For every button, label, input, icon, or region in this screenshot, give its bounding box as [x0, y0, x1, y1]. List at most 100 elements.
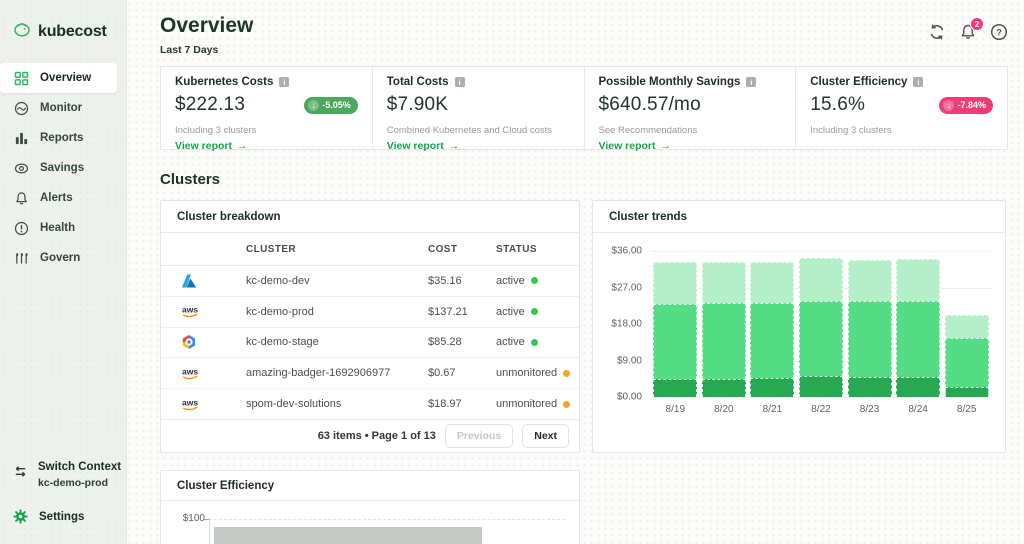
sidebar-item-overview[interactable]: Overview — [0, 63, 117, 93]
switch-context-label: Switch Context — [38, 461, 121, 473]
sidebar-item-label: Alerts — [40, 192, 73, 204]
stat-change-badge: ↓-5.05% — [304, 97, 358, 114]
sidebar-item-label: Govern — [40, 252, 80, 264]
sidebar-item-reports[interactable]: Reports — [0, 123, 117, 153]
segment-dark — [945, 387, 989, 397]
stat-card-title: Possible Monthly Savings — [599, 76, 741, 88]
cluster-cost: $137.21 — [428, 306, 496, 318]
gear-icon — [13, 509, 28, 524]
stacked-bar-8-21 — [750, 262, 794, 397]
sidebar-item-label: Monitor — [40, 102, 82, 114]
settings-button[interactable]: Settings — [0, 509, 126, 524]
sidebar-item-govern[interactable]: Govern — [0, 243, 117, 273]
segment-medium — [848, 301, 892, 376]
arrow-down-icon: ↓ — [943, 100, 954, 111]
arrow-right-icon: → — [449, 140, 460, 152]
table-row[interactable]: awsspom-dev-solutions$18.97unmonitored — [161, 389, 579, 419]
sidebar-item-alerts[interactable]: Alerts — [0, 183, 117, 213]
segment-medium — [799, 301, 843, 376]
gcp-logo-icon — [161, 334, 246, 350]
cluster-name: amazing-badger-1692906977 — [246, 367, 428, 379]
bell-icon — [14, 191, 29, 206]
arrow-right-icon: → — [661, 140, 672, 152]
sidebar-item-health[interactable]: Health — [0, 213, 117, 243]
x-axis-tick-label: 8/19 — [653, 404, 697, 415]
segment-medium — [945, 338, 989, 387]
info-icon[interactable]: i — [455, 77, 465, 87]
segment-light — [653, 262, 697, 304]
segment-light — [702, 262, 746, 303]
stat-card-value: $7.90K — [387, 94, 448, 116]
table-row[interactable]: awskc-demo-prod$137.21active — [161, 297, 579, 328]
refresh-icon[interactable] — [928, 23, 946, 41]
cluster-breakdown-title: Cluster breakdown — [161, 201, 579, 233]
info-icon[interactable]: i — [746, 77, 756, 87]
cluster-name: spom-dev-solutions — [246, 398, 428, 410]
sidebar-item-label: Overview — [40, 72, 91, 84]
svg-text:aws: aws — [182, 397, 198, 407]
efficiency-gridline — [209, 519, 565, 520]
segment-dark — [653, 379, 697, 397]
svg-text:aws: aws — [182, 366, 198, 376]
azure-logo-icon — [161, 273, 246, 289]
table-row[interactable]: kc-demo-dev$35.16active — [161, 266, 579, 297]
x-axis-tick-label: 8/22 — [799, 404, 843, 415]
column-status: STATUS — [496, 244, 579, 255]
segment-light — [896, 259, 940, 301]
kubecost-logo[interactable]: kubecost — [0, 0, 126, 43]
stat-card-subtitle: Including 3 clusters — [175, 125, 358, 136]
status-badge: active — [496, 275, 579, 287]
sidebar-item-savings[interactable]: Savings — [0, 153, 117, 183]
stat-card-value: $222.13 — [175, 94, 245, 116]
svg-text:aws: aws — [182, 305, 198, 315]
stat-card-title: Kubernetes Costs — [175, 76, 273, 88]
info-icon[interactable]: i — [913, 77, 923, 87]
segment-dark — [750, 378, 794, 397]
cluster-efficiency-card: Cluster Efficiency $100 — [160, 470, 580, 544]
view-report-link[interactable]: View report→ — [175, 140, 248, 152]
status-badge: unmonitored — [496, 367, 579, 379]
cluster-efficiency-chart: $100 — [161, 501, 579, 544]
efficiency-ytick-label: $100 — [175, 513, 205, 524]
pagination-summary: 63 items • Page 1 of 13 — [318, 430, 436, 442]
cluster-cost: $85.28 — [428, 336, 496, 348]
segment-light — [799, 258, 843, 301]
previous-page-button[interactable]: Previous — [445, 424, 513, 448]
sidebar-nav: Overview Monitor ReportsSavings Alerts Healt… — [0, 63, 126, 273]
page-title: Overview — [160, 14, 253, 38]
cluster-breakdown-card: Cluster breakdown CLUSTER COST STATUS kc… — [160, 200, 580, 453]
segment-dark — [848, 377, 892, 397]
stat-card-value: $640.57/mo — [599, 94, 701, 116]
efficiency-y-axis — [209, 518, 210, 544]
table-footer: 63 items • Page 1 of 13 Previous Next — [161, 419, 579, 452]
brand-name: kubecost — [38, 23, 107, 41]
info-icon[interactable]: i — [279, 77, 289, 87]
notifications-bell-icon[interactable]: 2 — [959, 23, 977, 41]
table-row[interactable]: aws amazing-badger-1692906977$0.67unmonit… — [161, 358, 579, 389]
table-row[interactable]: kc-demo-stage$85.28active — [161, 328, 579, 359]
stat-card-value: 15.6% — [810, 94, 865, 116]
stacked-bar-8-25 — [945, 315, 989, 397]
sidebar-item-monitor[interactable]: Monitor — [0, 93, 117, 123]
view-report-link[interactable]: View report→ — [599, 140, 672, 152]
current-context: kc-demo-prod — [38, 477, 121, 489]
bar-chart-icon — [14, 131, 29, 146]
stat-card-subtitle: Including 3 clusters — [810, 125, 993, 136]
x-axis-tick-label: 8/24 — [896, 404, 940, 415]
health-icon — [14, 221, 29, 236]
status-dot-icon — [563, 370, 570, 377]
date-range-label: Last 7 Days — [160, 44, 253, 56]
cluster-name: kc-demo-dev — [246, 275, 428, 287]
stat-card-subtitle: See Recommendations — [599, 125, 782, 136]
cluster-efficiency-title: Cluster Efficiency — [161, 471, 579, 501]
next-page-button[interactable]: Next — [522, 424, 569, 448]
x-axis-tick-label: 8/21 — [750, 404, 794, 415]
table-header: CLUSTER COST STATUS — [161, 233, 579, 266]
help-icon[interactable]: ? — [990, 23, 1008, 41]
cluster-cost: $0.67 — [428, 367, 496, 379]
switch-context-button[interactable]: Switch Context kc-demo-prod — [0, 461, 126, 489]
view-report-link[interactable]: View report→ — [387, 140, 460, 152]
arrow-right-icon: → — [237, 140, 248, 152]
y-axis-tick-label: $9.00 — [617, 355, 642, 366]
efficiency-bar — [214, 527, 482, 544]
